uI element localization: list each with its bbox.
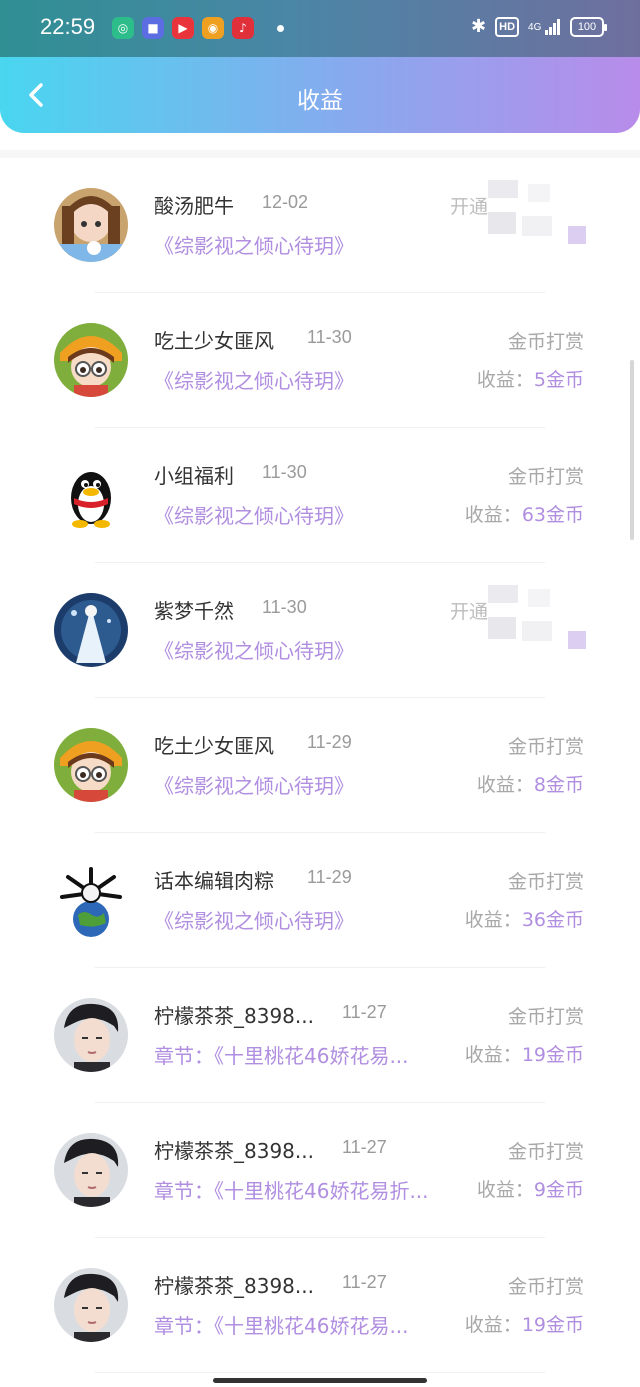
more-notifications-dot-icon <box>277 25 284 32</box>
list-item[interactable]: 柠檬茶茶_8398... 11-27 章节：《十里桃花46娇花易... 金币打赏… <box>0 1238 640 1373</box>
transaction-type: 金币打赏 <box>507 1141 584 1163</box>
income-amount: 收益：9金币 <box>477 1175 584 1202</box>
list-item[interactable]: 吃土少女匪风 11-30 《综影视之倾心待玥》 金币打赏 收益：5金币 <box>0 293 640 428</box>
user-name: 紫梦千然 <box>154 599 234 623</box>
book-title-link[interactable]: 章节：《十里桃花46娇花易... <box>154 1040 454 1069</box>
income-amount: 收益：36金币 <box>465 905 584 932</box>
income-value: 19金币 <box>521 1314 584 1336</box>
status-time: 22:59 <box>40 14 96 39</box>
transaction-type: 开通 <box>450 601 489 623</box>
date: 12-02 <box>262 192 309 212</box>
transaction-type: 金币打赏 <box>507 331 584 353</box>
list-item[interactable]: 话本编辑肉粽 11-29 《综影视之倾心待玥》 金币打赏 收益：36金币 <box>0 833 640 968</box>
network-type: 4G <box>528 22 542 34</box>
date: 11-27 <box>342 1272 387 1292</box>
income-label: 收益： <box>464 1044 522 1066</box>
user-name: 柠檬茶茶_8398... <box>154 1004 314 1028</box>
income-value: 5金币 <box>533 369 584 391</box>
transaction-type: 金币打赏 <box>507 1276 584 1298</box>
book-title-link[interactable]: 《综影视之倾心待玥》 <box>154 905 454 934</box>
avatar <box>54 998 128 1072</box>
battery-level: 100 <box>577 20 597 33</box>
user-name: 话本编辑肉粽 <box>154 869 274 893</box>
list-item[interactable]: 柠檬茶茶_8398... 11-27 章节：《十里桃花46娇花易... 金币打赏… <box>0 968 640 1103</box>
transaction-type: 开通 <box>450 196 489 218</box>
user-name: 小组福利 <box>154 464 234 488</box>
income-label: 收益： <box>464 504 522 526</box>
user-name: 柠檬茶茶_8398... <box>154 1139 314 1163</box>
music-notification-icon: ♪ <box>232 17 254 39</box>
book-title-link[interactable]: 《综影视之倾心待玥》 <box>154 770 454 799</box>
book-title-link[interactable]: 《综影视之倾心待玥》 <box>154 365 454 394</box>
date: 11-30 <box>307 327 352 347</box>
avatar <box>54 1268 128 1342</box>
avatar <box>54 188 128 262</box>
date: 11-30 <box>262 462 307 482</box>
avatar <box>54 593 128 667</box>
avatar <box>54 323 128 397</box>
date: 11-30 <box>262 597 307 617</box>
page-title: 收益 <box>297 88 343 114</box>
status-indicators: ✱ HD 4G 100 <box>471 16 607 37</box>
income-label: 收益： <box>464 909 522 931</box>
hd-badge: HD <box>495 16 520 37</box>
list-item[interactable]: 紫梦千然 11-30 《综影视之倾心待玥》 开通 <box>0 563 640 698</box>
date: 11-27 <box>342 1002 387 1022</box>
income-value: 63金币 <box>521 504 584 526</box>
income-amount: 收益：63金币 <box>465 500 584 527</box>
divider <box>0 150 640 158</box>
income-value: 9金币 <box>533 1179 584 1201</box>
book-title-link[interactable]: 《综影视之倾心待玥》 <box>154 230 454 259</box>
battery-icon: 100 <box>570 16 607 37</box>
list-item[interactable]: 吃土少女匪风 11-29 《综影视之倾心待玥》 金币打赏 收益：8金币 <box>0 698 640 833</box>
user-name: 吃土少女匪风 <box>154 734 274 758</box>
income-label: 收益： <box>476 369 534 391</box>
income-list: 酸汤肥牛 12-02 《综影视之倾心待玥》 开通 吃土少女匪风 11-30 《综… <box>0 158 640 1373</box>
blurred-content <box>488 180 588 260</box>
avatar <box>54 863 128 937</box>
blurred-content <box>488 585 588 665</box>
user-name: 吃土少女匪风 <box>154 329 274 353</box>
list-item[interactable]: 酸汤肥牛 12-02 《综影视之倾心待玥》 开通 <box>0 158 640 293</box>
book-title-link[interactable]: 《综影视之倾心待玥》 <box>154 500 454 529</box>
date: 11-27 <box>342 1137 387 1157</box>
income-value: 36金币 <box>521 909 584 931</box>
home-indicator[interactable] <box>213 1378 427 1383</box>
transaction-type: 金币打赏 <box>507 466 584 488</box>
list-item[interactable]: 小组福利 11-30 《综影视之倾心待玥》 金币打赏 收益：63金币 <box>0 428 640 563</box>
status-bar: 22:59 ◎ ■ ▶ ◉ ♪ ✱ HD 4G 100 <box>0 0 640 57</box>
avatar <box>54 728 128 802</box>
video-notification-icon: ▶ <box>172 17 194 39</box>
user-name: 酸汤肥牛 <box>154 194 234 218</box>
income-value: 19金币 <box>521 1044 584 1066</box>
avatar <box>54 1133 128 1207</box>
book-title-link[interactable]: 章节：《十里桃花46娇花易... <box>154 1310 454 1339</box>
transaction-type: 金币打赏 <box>507 871 584 893</box>
weibo-notification-icon: ◉ <box>202 17 224 39</box>
date: 11-29 <box>307 867 352 887</box>
top-navigation-bar: 收益 <box>0 57 640 133</box>
income-amount: 收益：5金币 <box>477 365 584 392</box>
income-value: 8金币 <box>533 774 584 796</box>
scrollbar[interactable] <box>630 360 634 540</box>
signal-icon: 4G <box>528 18 561 35</box>
transaction-type: 金币打赏 <box>507 736 584 758</box>
income-amount: 收益：19金币 <box>465 1310 584 1337</box>
date: 11-29 <box>307 732 352 752</box>
user-name: 柠檬茶茶_8398... <box>154 1274 314 1298</box>
notification-icons: ◎ ■ ▶ ◉ ♪ <box>112 17 254 39</box>
book-title-link[interactable]: 章节：《十里桃花46娇花易折... <box>154 1175 454 1204</box>
income-label: 收益： <box>464 1314 522 1336</box>
app-notification-icon: ◎ <box>112 17 134 39</box>
bluetooth-icon: ✱ <box>471 16 487 36</box>
income-label: 收益： <box>476 1179 534 1201</box>
transaction-type: 金币打赏 <box>507 1006 584 1028</box>
list-item[interactable]: 柠檬茶茶_8398... 11-27 章节：《十里桃花46娇花易折... 金币打… <box>0 1103 640 1238</box>
income-label: 收益： <box>476 774 534 796</box>
avatar <box>54 458 128 532</box>
book-title-link[interactable]: 《综影视之倾心待玥》 <box>154 635 454 664</box>
income-amount: 收益：8金币 <box>477 770 584 797</box>
income-amount: 收益：19金币 <box>465 1040 584 1067</box>
app-notification-icon: ■ <box>142 17 164 39</box>
